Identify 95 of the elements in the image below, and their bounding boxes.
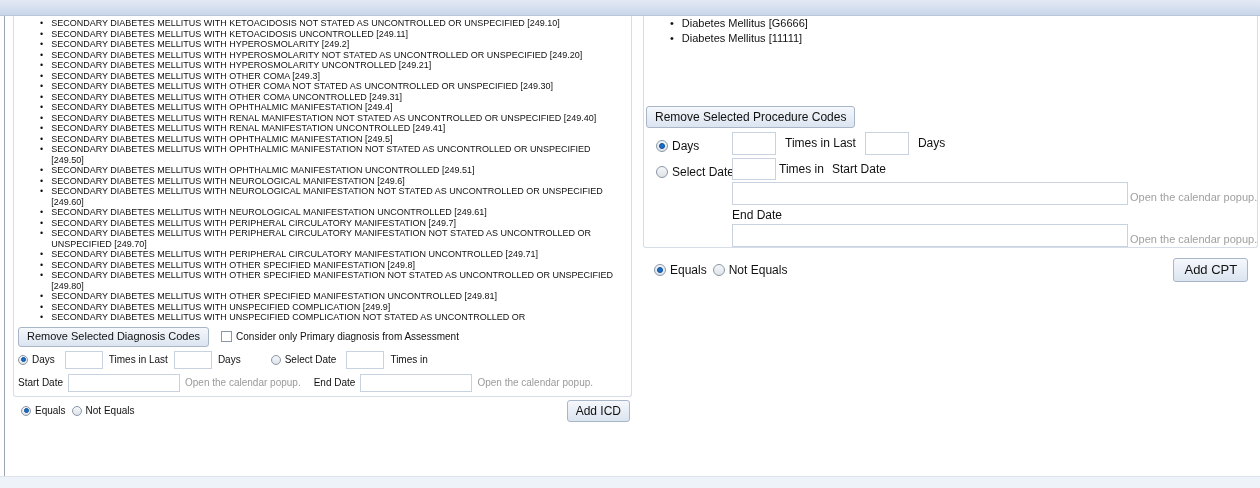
bullet: • — [40, 91, 44, 102]
bullet: • — [40, 70, 44, 81]
bullet: • — [40, 133, 44, 144]
field-label: Times in — [779, 161, 824, 178]
radio-label: Days — [32, 353, 55, 367]
list-item[interactable]: Diabetes Mellitus [11111] — [681, 31, 803, 46]
bullet: • — [40, 18, 44, 29]
list-item[interactable]: SECONDARY DIABETES MELLITUS WITH PERIPHERAL CIRCULATORY MANIFESTATION [249.7] — [51, 217, 457, 228]
button[interactable]: Add CPT — [1173, 258, 1249, 282]
radio-label: Not Equals — [728, 262, 788, 279]
list-item[interactable]: SECONDARY DIABETES MELLITUS WITH OPHTHALMIC MANIFESTATION [249.5] — [51, 133, 393, 144]
bullet: • — [40, 249, 44, 260]
bullet: • — [40, 207, 44, 218]
field-label: Times in Last — [108, 353, 168, 367]
radio-button[interactable] — [270, 354, 281, 365]
list-item[interactable]: SECONDARY DIABETES MELLITUS WITH KETOACIDOSIS NOT STATED AS UNCONTROLLED OR UNSPECIFIED [249.10] — [51, 18, 560, 29]
radio-label: Select Date — [284, 353, 337, 367]
bullet: • — [40, 312, 44, 323]
field-label: Start Date — [18, 376, 64, 390]
field-label: End Date — [732, 208, 783, 222]
list-item[interactable]: SECONDARY DIABETES MELLITUS WITH HYPEROSMOLARITY UNCONTROLLED [249.21] — [51, 60, 432, 71]
list-item[interactable]: SECONDARY DIABETES MELLITUS WITH NEUROLOGICAL MANIFESTATION [249.6] — [51, 175, 405, 186]
field-label: Days — [917, 135, 946, 152]
bullet: • — [40, 39, 44, 50]
radio-button[interactable] — [656, 166, 668, 178]
bullet: • — [40, 301, 44, 312]
radio-button[interactable] — [21, 405, 31, 416]
checkbox[interactable] — [221, 331, 233, 342]
field-label: Days — [217, 353, 241, 367]
radio-button[interactable] — [18, 354, 28, 365]
list-item[interactable]: SECONDARY DIABETES MELLITUS WITH OPHTHALMIC MANIFESTATION NOT STATED AS UNCONTROLLED OR UNSPECIFIED [249.50] — [51, 144, 625, 165]
bullet: • — [40, 112, 44, 123]
list-item[interactable]: SECONDARY DIABETES MELLITUS WITH OTHER SPECIFIED MANIFESTATION NOT STATED AS UNCONTROLLED OR UNSPECIFIED [249.80] — [51, 270, 625, 291]
bullet: • — [40, 270, 44, 281]
bullet: • — [670, 16, 674, 31]
radio-button[interactable] — [71, 405, 82, 416]
list-item[interactable]: Diabetes Mellitus [G6666] — [681, 16, 808, 31]
list-item[interactable]: SECONDARY DIABETES MELLITUS WITH OTHER SPECIFIED MANIFESTATION UNCONTROLLED [249.81] — [51, 291, 498, 302]
list-item[interactable]: SECONDARY DIABETES MELLITUS WITH KETOACIDOSIS UNCONTROLLED [249.11] — [51, 28, 409, 39]
radio-label: Equals — [670, 262, 707, 279]
list-item[interactable]: SECONDARY DIABETES MELLITUS WITH HYPEROSMOLARITY NOT STATED AS UNCONTROLLED OR UNSPECIFIED [249.20] — [51, 49, 583, 60]
bullet: • — [40, 144, 44, 155]
number-field[interactable] — [346, 350, 385, 369]
list-item[interactable]: SECONDARY DIABETES MELLITUS WITH OPHTHALMIC MANIFESTATION UNCONTROLLED [249.51] — [51, 165, 475, 176]
bullet: • — [40, 123, 44, 134]
bullet: • — [670, 31, 674, 46]
bullet: • — [40, 291, 44, 302]
bullet: • — [40, 28, 44, 39]
date-field[interactable] — [732, 224, 1128, 247]
radio-label: Equals — [35, 404, 66, 418]
bullet: • — [40, 228, 44, 239]
bullet: • — [40, 186, 44, 197]
list-item[interactable]: SECONDARY DIABETES MELLITUS WITH UNSPECIFIED COMPLICATION NOT STATED AS UNCONTROLLED OR — [51, 312, 526, 323]
button[interactable]: Remove Selected Diagnosis Codes — [18, 326, 210, 347]
list-item[interactable]: SECONDARY DIABETES MELLITUS WITH HYPEROSMOLARITY [249.2] — [51, 39, 350, 50]
radio-button[interactable] — [656, 140, 668, 152]
bullet: • — [40, 165, 44, 176]
bullet: • — [40, 60, 44, 71]
bullet: • — [40, 49, 44, 60]
number-field[interactable] — [64, 350, 103, 369]
bullet: • — [40, 175, 44, 186]
radio-button[interactable] — [654, 264, 666, 276]
list-item[interactable]: SECONDARY DIABETES MELLITUS WITH OPHTHALMIC MANIFESTATION [249.4] — [51, 102, 393, 113]
date-field[interactable] — [360, 373, 473, 392]
bullet: • — [40, 81, 44, 92]
list-item[interactable]: SECONDARY DIABETES MELLITUS WITH PERIPHERAL CIRCULATORY MANIFESTATION UNCONTROLLED [249.71] — [51, 249, 539, 260]
button[interactable]: Remove Selected Procedure Codes — [646, 106, 856, 128]
radio-button[interactable] — [712, 264, 725, 276]
list-item[interactable]: SECONDARY DIABETES MELLITUS WITH NEUROLOGICAL MANIFESTATION UNCONTROLLED [249.61] — [51, 207, 487, 218]
field-label: Start Date — [831, 161, 886, 178]
list-item[interactable]: SECONDARY DIABETES MELLITUS WITH OTHER COMA UNCONTROLLED [249.31] — [51, 91, 402, 102]
number-field[interactable] — [732, 132, 776, 155]
number-field[interactable] — [173, 350, 212, 369]
radio-label: Not Equals — [85, 404, 135, 418]
list-item[interactable]: SECONDARY DIABETES MELLITUS WITH NEUROLOGICAL MANIFESTATION NOT STATED AS UNCONTROLLED OR UNSPECIFIED [249.60] — [51, 186, 625, 207]
list-item[interactable]: SECONDARY DIABETES MELLITUS WITH OTHER COMA NOT STATED AS UNCONTROLLED OR UNSPECIFIED [249.30] — [51, 81, 553, 92]
date-field[interactable] — [68, 373, 181, 392]
number-field[interactable] — [864, 132, 909, 155]
number-field[interactable] — [732, 158, 776, 180]
field-label: Times in Last — [785, 135, 856, 152]
date-field[interactable] — [732, 182, 1128, 205]
field-label: End Date — [313, 376, 356, 390]
list-item[interactable]: SECONDARY DIABETES MELLITUS WITH RENAL MANIFESTATION UNCONTROLLED [249.41] — [51, 123, 446, 134]
button[interactable]: Add ICD — [566, 399, 630, 422]
list-item[interactable]: SECONDARY DIABETES MELLITUS WITH RENAL MANIFESTATION NOT STATED AS UNCONTROLLED OR UNSPECIFIED [249.40] — [51, 112, 597, 123]
bullet: • — [40, 259, 44, 270]
field-label: Times in — [390, 353, 428, 367]
list-item[interactable]: SECONDARY DIABETES MELLITUS WITH OTHER COMA [249.3] — [51, 70, 320, 81]
bullet: • — [40, 102, 44, 113]
bullet: • — [40, 217, 44, 228]
checkbox-label: Consider only Primary diagnosis from Assessment — [236, 330, 459, 344]
list-item[interactable]: SECONDARY DIABETES MELLITUS WITH PERIPHERAL CIRCULATORY MANIFESTATION NOT STATED AS UNCONTROLLED OR UNSPECIFIED [249.70] — [51, 228, 625, 249]
list-item[interactable]: SECONDARY DIABETES MELLITUS WITH OTHER SPECIFIED MANIFESTATION [249.8] — [51, 259, 416, 270]
list-item[interactable]: SECONDARY DIABETES MELLITUS WITH UNSPECIFIED COMPLICATION [249.9] — [51, 301, 391, 312]
radio-label: Days — [672, 138, 700, 155]
